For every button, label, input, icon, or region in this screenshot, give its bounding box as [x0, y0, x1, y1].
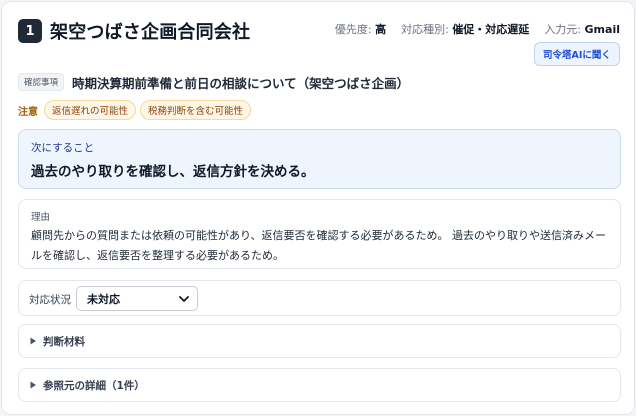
note-chip: 返信遅れの可能性: [44, 100, 137, 120]
note-chip: 税務判断を含む可能性: [140, 100, 252, 120]
card-header: 1 架空つばさ企画合同会社 優先度: 高 対応種別: 催促・対応遅延 入力元: …: [18, 16, 620, 48]
task-meta: 優先度: 高 対応種別: 催促・対応遅延 入力元: Gmail: [335, 21, 620, 37]
status-label: 対応状況: [29, 294, 71, 306]
priority-value: 高: [375, 23, 387, 36]
reason-text: 顧問先からの質問または依頼の可能性があり、返信要否を確認する必要があるため。 過…: [31, 229, 607, 262]
status-selected-value: 未対応: [87, 292, 120, 306]
type-label: 対応種別:: [401, 23, 449, 36]
chevron-down-icon: [179, 296, 189, 302]
caret-right-icon: [30, 337, 36, 345]
task-card: 1 架空つばさ企画合同会社 優先度: 高 対応種別: 催促・対応遅延 入力元: …: [1, 1, 635, 415]
subject-text: 時期決算期前準備と前日の相談について（架空つばさ企画）: [72, 75, 410, 91]
ask-ai-button[interactable]: 司令塔AIに聞く: [534, 42, 620, 66]
priority-label: 優先度:: [334, 23, 372, 36]
notes-label: 注意: [18, 106, 38, 118]
type-value: 催促・対応遅延: [452, 23, 530, 36]
next-action-panel: 次にすること 過去のやり取りを確認し、返信方針を決める。: [18, 129, 621, 189]
reason-label: 理由: [31, 212, 51, 223]
next-action-label: 次にすること: [31, 142, 95, 154]
section-label: 判断材料: [43, 335, 85, 348]
notes-row: 注意 返信遅れの可能性 税務判断を含む可能性: [18, 100, 255, 120]
company-title: 架空つばさ企画合同会社: [50, 22, 251, 43]
next-action-text: 過去のやり取りを確認し、返信方針を決める。: [31, 164, 315, 180]
source-value: Gmail: [584, 23, 620, 36]
reason-panel: 理由 顧問先からの質問または依頼の可能性があり、返信要否を確認する必要があるため…: [18, 199, 621, 269]
subject-tag: 確認事項: [18, 73, 65, 91]
task-number-badge: 1: [18, 19, 42, 43]
judgment-material-toggle[interactable]: 判断材料: [18, 324, 621, 358]
subject-row: 確認事項 時期決算期前準備と前日の相談について（架空つばさ企画）: [18, 72, 409, 92]
caret-right-icon: [30, 381, 36, 389]
status-panel: 対応状況 未対応: [18, 280, 621, 316]
source-details-toggle[interactable]: 参照元の詳細（1件）: [18, 368, 621, 402]
section-label: 参照元の詳細（1件）: [43, 379, 145, 392]
status-select[interactable]: 未対応: [76, 286, 198, 311]
source-label: 入力元:: [544, 23, 582, 36]
